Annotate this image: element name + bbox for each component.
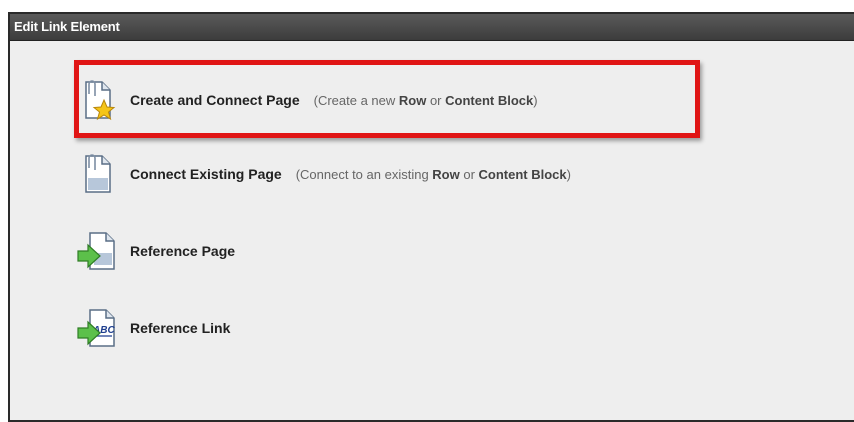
document-clip-icon (85, 154, 111, 193)
reference-link-option[interactable]: ABC Reference Link (72, 304, 230, 352)
edit-link-dialog: Edit Link Element Create and Connect Pag… (8, 12, 854, 422)
connect-existing-page-option[interactable]: Connect Existing Page (Connect to an exi… (72, 150, 571, 198)
connect-existing-page-label: Connect Existing Page (130, 166, 282, 182)
reference-link-label: Reference Link (130, 320, 231, 336)
reference-page-label: Reference Page (130, 243, 236, 259)
create-and-connect-page-option[interactable]: Create and Connect Page (Create a new Ro… (72, 76, 538, 124)
dialog-title: Edit Link Element (10, 14, 854, 41)
create-and-connect-page-description: (Create a new Row or Content Block) (313, 92, 538, 108)
abc-document-arrow-icon: ABC (77, 309, 115, 347)
connect-existing-page-description: (Connect to an existing Row or Content B… (295, 166, 571, 182)
create-and-connect-page-label: Create and Connect Page (130, 92, 300, 108)
document-arrow-icon (77, 232, 115, 270)
reference-page-option[interactable]: Reference Page (72, 227, 235, 275)
document-star-icon (85, 80, 116, 121)
